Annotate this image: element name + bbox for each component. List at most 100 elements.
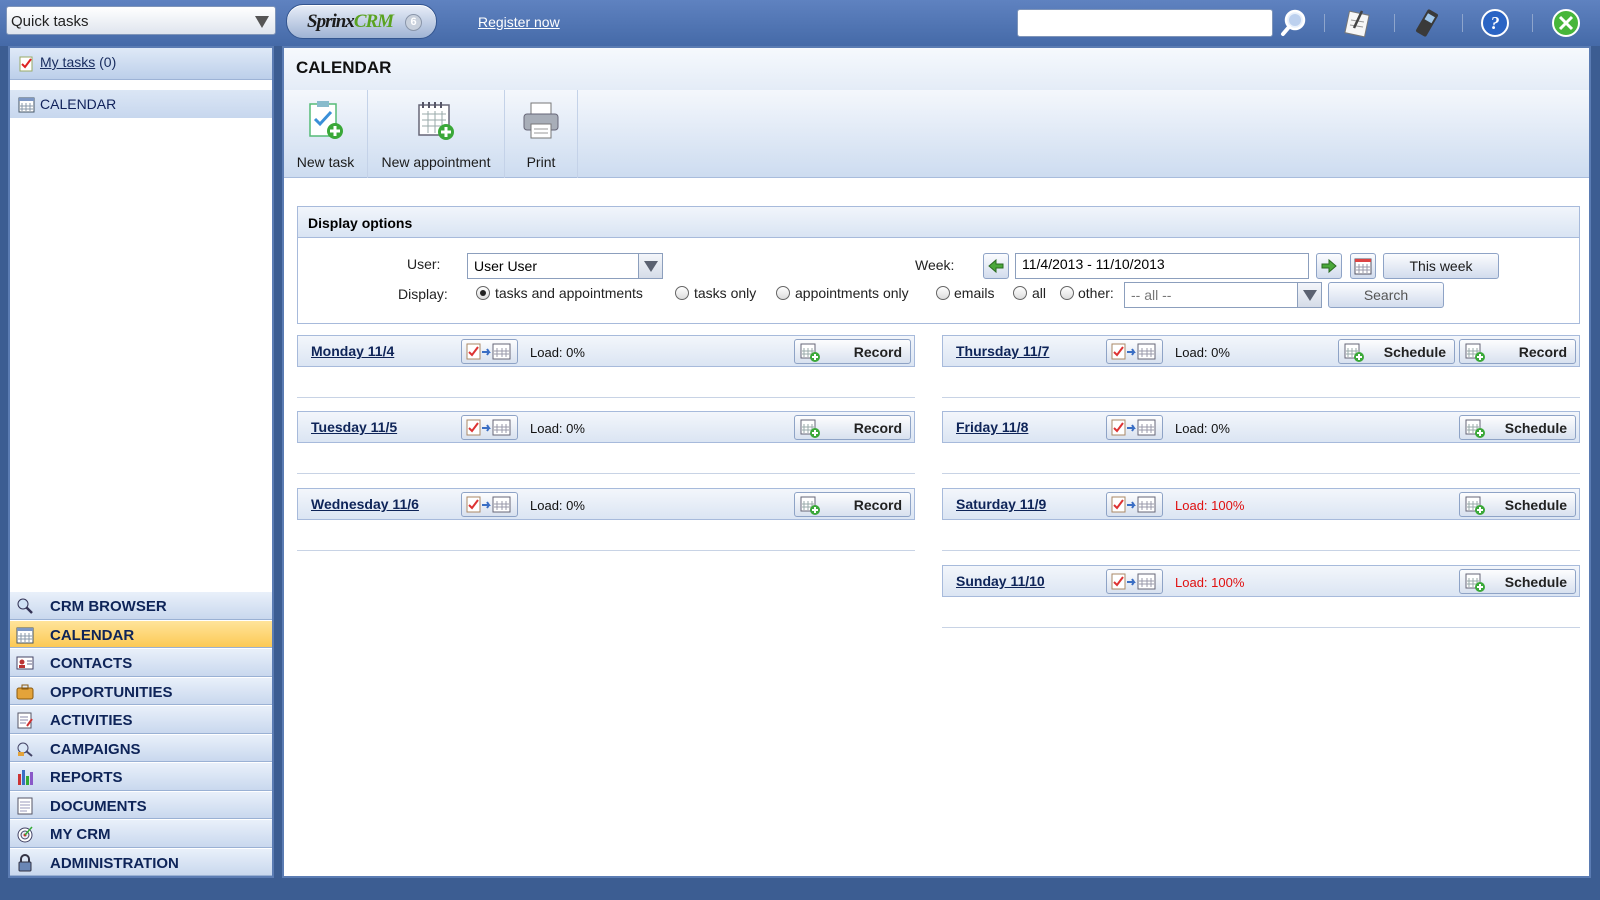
logo-version: 6 [405, 14, 422, 31]
page-title: CALENDAR [284, 48, 1589, 90]
my-tasks-row[interactable]: My tasks (0) [10, 48, 272, 80]
radio-tasks-only[interactable] [675, 286, 689, 300]
action-label: Schedule [1504, 420, 1567, 436]
other-select-value: -- all -- [1131, 287, 1172, 303]
action-label: Record [853, 344, 902, 360]
day-load-status: Load: 0% [530, 421, 585, 436]
move-tasks-to-calendar-button[interactable] [461, 339, 518, 364]
nav-administration[interactable]: ADMINISTRATION [10, 847, 272, 876]
nav-campaigns[interactable]: CAMPAIGNS [10, 733, 272, 762]
move-tasks-to-calendar-button[interactable] [461, 492, 518, 517]
nav-opportunities[interactable]: OPPORTUNITIES [10, 676, 272, 705]
magnifier-icon[interactable] [1278, 6, 1312, 40]
arrow-right-icon [1321, 258, 1337, 274]
briefcase-icon [16, 684, 34, 699]
left-panel: My tasks (0) CALENDAR CRM BROWSER CALEND… [8, 46, 274, 878]
move-tasks-to-calendar-button[interactable] [1106, 339, 1163, 364]
new-appointment-button[interactable]: New appointment [368, 90, 505, 178]
quick-tasks-select[interactable]: Quick tasks [6, 6, 276, 35]
date-picker-button[interactable] [1350, 253, 1376, 279]
sidebar-item-calendar[interactable]: CALENDAR [10, 90, 272, 118]
global-search-input[interactable] [1017, 9, 1273, 37]
svg-text:?: ? [1491, 13, 1500, 33]
day-content-divider [297, 397, 915, 398]
help-icon[interactable]: ? [1478, 6, 1512, 40]
day-header: Monday 11/4 Load: 0% Record [297, 335, 915, 367]
schedule-button[interactable]: Schedule [1459, 569, 1576, 594]
add-calendar-icon [1464, 572, 1486, 592]
toolbar-separator [1462, 14, 1463, 32]
week-range-field[interactable]: 11/4/2013 - 11/10/2013 [1015, 253, 1309, 279]
move-tasks-to-calendar-button[interactable] [1106, 415, 1163, 440]
calendar-toolbar: New task New appointment Print [284, 90, 1589, 178]
day-header: Saturday 11/9 Load: 100% Schedule [942, 488, 1580, 520]
print-button[interactable]: Print [505, 90, 578, 178]
day-content-divider [942, 627, 1580, 628]
day-name-link[interactable]: Friday 11/8 [956, 419, 1028, 435]
day-name-link[interactable]: Tuesday 11/5 [311, 419, 397, 435]
record-button[interactable]: Record [1459, 339, 1576, 364]
arrow-left-icon [988, 258, 1004, 274]
nav-label: REPORTS [50, 769, 123, 786]
task-to-calendar-icon [1111, 343, 1156, 360]
nav-documents[interactable]: DOCUMENTS [10, 790, 272, 819]
radio-emails[interactable] [936, 286, 950, 300]
next-week-button[interactable] [1316, 253, 1342, 279]
day-load-status: Load: 0% [530, 498, 585, 513]
new-task-label: New task [296, 154, 355, 170]
day-load-status: Load: 0% [1175, 345, 1230, 360]
add-calendar-icon [1464, 495, 1486, 515]
register-now-link[interactable]: Register now [478, 14, 560, 30]
record-button[interactable]: Record [794, 339, 911, 364]
day-name-link[interactable]: Monday 11/4 [311, 343, 394, 359]
nav-contacts[interactable]: CONTACTS [10, 648, 272, 677]
task-to-calendar-icon [1111, 496, 1156, 513]
radio-all[interactable] [1013, 286, 1027, 300]
new-task-button[interactable]: New task [284, 90, 368, 178]
notepad-icon[interactable] [1340, 6, 1374, 40]
toolbar-separator [1532, 14, 1533, 32]
move-tasks-to-calendar-button[interactable] [1106, 492, 1163, 517]
radio-tasks-and-appointments[interactable] [476, 286, 490, 300]
radio-label: tasks and appointments [495, 285, 643, 301]
display-options-panel: Display options User: User User Display:… [297, 206, 1580, 324]
task-to-calendar-icon [466, 343, 511, 360]
schedule-button[interactable]: Schedule [1338, 339, 1455, 364]
nav-calendar[interactable]: CALENDAR [10, 619, 272, 648]
day-header: Friday 11/8 Load: 0% Schedule [942, 411, 1580, 443]
this-week-button[interactable]: This week [1383, 253, 1499, 279]
user-select-value: User User [474, 258, 538, 274]
add-calendar-icon [799, 342, 821, 362]
move-tasks-to-calendar-button[interactable] [1106, 569, 1163, 594]
record-button[interactable]: Record [794, 492, 911, 517]
radio-label: appointments only [795, 285, 909, 301]
schedule-button[interactable]: Schedule [1459, 492, 1576, 517]
add-calendar-icon [1343, 342, 1365, 362]
user-select[interactable]: User User [467, 253, 663, 279]
record-button[interactable]: Record [794, 415, 911, 440]
nav-reports[interactable]: REPORTS [10, 762, 272, 791]
day-name-link[interactable]: Saturday 11/9 [956, 496, 1046, 512]
new-appointment-icon [418, 102, 454, 140]
week-range-value: 11/4/2013 - 11/10/2013 [1022, 256, 1165, 272]
day-name-link[interactable]: Sunday 11/10 [956, 573, 1045, 589]
nav-activities[interactable]: ACTIVITIES [10, 705, 272, 734]
radio-appointments-only[interactable] [776, 286, 790, 300]
radio-other[interactable] [1060, 286, 1074, 300]
nav-crm-browser[interactable]: CRM BROWSER [10, 591, 272, 620]
nav-label: DOCUMENTS [50, 797, 147, 815]
previous-week-button[interactable] [983, 253, 1009, 279]
day-name-link[interactable]: Thursday 11/7 [956, 343, 1049, 359]
day-name-link[interactable]: Wednesday 11/6 [311, 496, 419, 512]
move-tasks-to-calendar-button[interactable] [461, 415, 518, 440]
chevron-down-icon [1297, 283, 1321, 307]
other-select[interactable]: -- all -- [1124, 282, 1322, 308]
exit-icon[interactable] [1549, 6, 1583, 40]
nav-my-crm[interactable]: MY CRM [10, 819, 272, 848]
schedule-button[interactable]: Schedule [1459, 415, 1576, 440]
new-task-icon [308, 101, 343, 139]
my-tasks-link[interactable]: My tasks [40, 54, 95, 70]
search-button[interactable]: Search [1328, 282, 1444, 308]
mobile-phone-icon[interactable] [1410, 6, 1444, 40]
task-to-calendar-icon [1111, 573, 1156, 590]
